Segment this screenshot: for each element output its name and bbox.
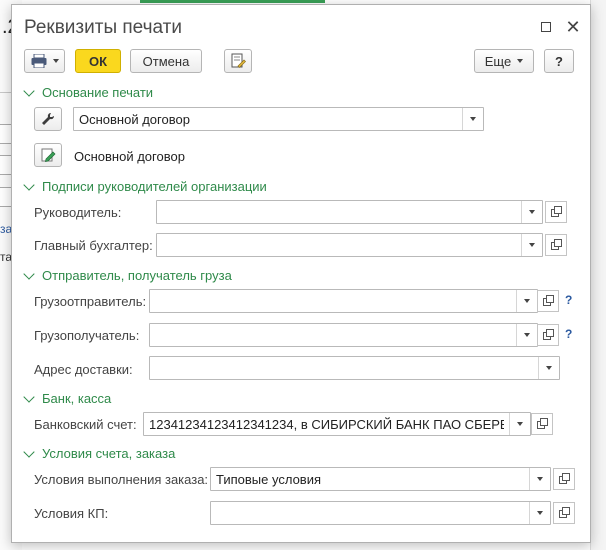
dropdown-button[interactable] <box>521 201 542 223</box>
accountant-field[interactable] <box>156 233 543 257</box>
edit-document-button[interactable] <box>224 49 252 73</box>
section-basis-title: Основание печати <box>42 85 154 100</box>
address-field[interactable] <box>149 356 560 380</box>
head-label: Руководитель: <box>34 205 122 220</box>
dropdown-button[interactable] <box>529 502 550 524</box>
chevron-down-icon <box>470 117 476 121</box>
open-icon[interactable] <box>553 502 575 524</box>
order-terms-value: Типовые условия <box>216 472 322 487</box>
chevron-down-icon <box>23 267 35 280</box>
wrench-icon <box>42 112 55 125</box>
section-bank-title: Банк, касса <box>42 391 112 406</box>
consignee-field[interactable] <box>149 323 538 347</box>
dialog-title: Реквизиты печати <box>24 17 182 38</box>
edit-basis-button[interactable] <box>34 143 62 167</box>
shipper-field[interactable] <box>149 289 538 313</box>
print-button[interactable] <box>24 49 65 73</box>
section-terms[interactable]: Условия счета, заказа <box>23 445 176 461</box>
consignee-label: Грузополучатель: <box>34 328 140 343</box>
open-icon[interactable] <box>553 468 575 490</box>
dropdown-button[interactable] <box>516 324 537 346</box>
chevron-down-icon <box>23 445 35 458</box>
kp-terms-field[interactable] <box>210 501 551 525</box>
ok-button[interactable]: ОК <box>75 49 121 73</box>
order-terms-label: Условия выполнения заказа: <box>34 472 209 487</box>
chevron-down-icon <box>537 477 543 481</box>
background-app-right <box>590 0 606 550</box>
dropdown-button[interactable] <box>538 357 559 379</box>
basis-select-value: Основной договор <box>79 112 190 127</box>
chevron-down-icon <box>529 210 535 214</box>
close-icon[interactable]: ✕ <box>565 18 581 36</box>
section-signatures-title: Подписи руководителей организации <box>42 179 267 194</box>
dropdown-button[interactable] <box>529 468 550 490</box>
background-tab-indicator <box>140 0 325 3</box>
chevron-down-icon <box>23 84 35 97</box>
open-icon[interactable] <box>531 413 553 435</box>
bank-account-label: Банковский счет: <box>34 417 137 432</box>
consignee-help-icon[interactable]: ? <box>565 327 572 341</box>
section-terms-title: Условия счета, заказа <box>42 446 176 461</box>
head-field[interactable] <box>156 200 543 224</box>
chevron-down-icon <box>23 178 35 191</box>
shipper-label: Грузоотправитель: <box>34 294 147 309</box>
chevron-down-icon <box>524 333 530 337</box>
chevron-down-icon <box>517 59 524 63</box>
open-icon[interactable] <box>545 201 567 223</box>
chevron-down-icon <box>529 243 535 247</box>
bank-account-value: 12341234123412341234, в СИБИРСКИЙ БАНК П… <box>149 417 504 432</box>
document-edit-icon <box>231 53 246 68</box>
basis-link[interactable]: Основной договор <box>74 149 185 164</box>
chevron-down-icon <box>546 366 552 370</box>
dropdown-button[interactable] <box>521 234 542 256</box>
more-label: Еще <box>484 53 512 69</box>
print-details-dialog: Реквизиты печати ✕ ОК Отмена Еще ? Основ… <box>11 4 591 543</box>
chevron-down-icon <box>524 299 530 303</box>
open-icon[interactable] <box>537 324 559 346</box>
kp-terms-label: Условия КП: <box>34 506 109 521</box>
basis-select[interactable]: Основной договор <box>73 107 484 131</box>
dropdown-button[interactable] <box>516 290 537 312</box>
open-icon[interactable] <box>545 234 567 256</box>
bank-account-field[interactable]: 12341234123412341234, в СИБИРСКИЙ БАНК П… <box>143 412 531 436</box>
chevron-down-icon <box>537 511 543 515</box>
dropdown-button[interactable] <box>462 108 483 130</box>
settings-button[interactable] <box>34 107 62 131</box>
address-label: Адрес доставки: <box>34 362 133 377</box>
chevron-down-icon <box>52 59 59 63</box>
accountant-label: Главный бухгалтер: <box>34 238 153 253</box>
shipper-help-icon[interactable]: ? <box>565 293 572 307</box>
help-button[interactable]: ? <box>544 49 574 73</box>
chevron-down-icon <box>517 422 523 426</box>
more-button[interactable]: Еще <box>474 49 534 73</box>
maximize-icon[interactable] <box>538 19 554 35</box>
section-bank[interactable]: Банк, касса <box>23 390 112 406</box>
section-signatures[interactable]: Подписи руководителей организации <box>23 178 267 194</box>
section-shipping-title: Отправитель, получатель груза <box>42 268 232 283</box>
printer-icon <box>31 54 46 68</box>
open-icon[interactable] <box>537 290 559 312</box>
cancel-button[interactable]: Отмена <box>130 49 202 73</box>
pencil-icon <box>41 148 56 162</box>
section-shipping[interactable]: Отправитель, получатель груза <box>23 267 232 283</box>
section-basis[interactable]: Основание печати <box>23 84 154 100</box>
order-terms-field[interactable]: Типовые условия <box>210 467 551 491</box>
dropdown-button[interactable] <box>509 413 530 435</box>
chevron-down-icon <box>23 390 35 403</box>
